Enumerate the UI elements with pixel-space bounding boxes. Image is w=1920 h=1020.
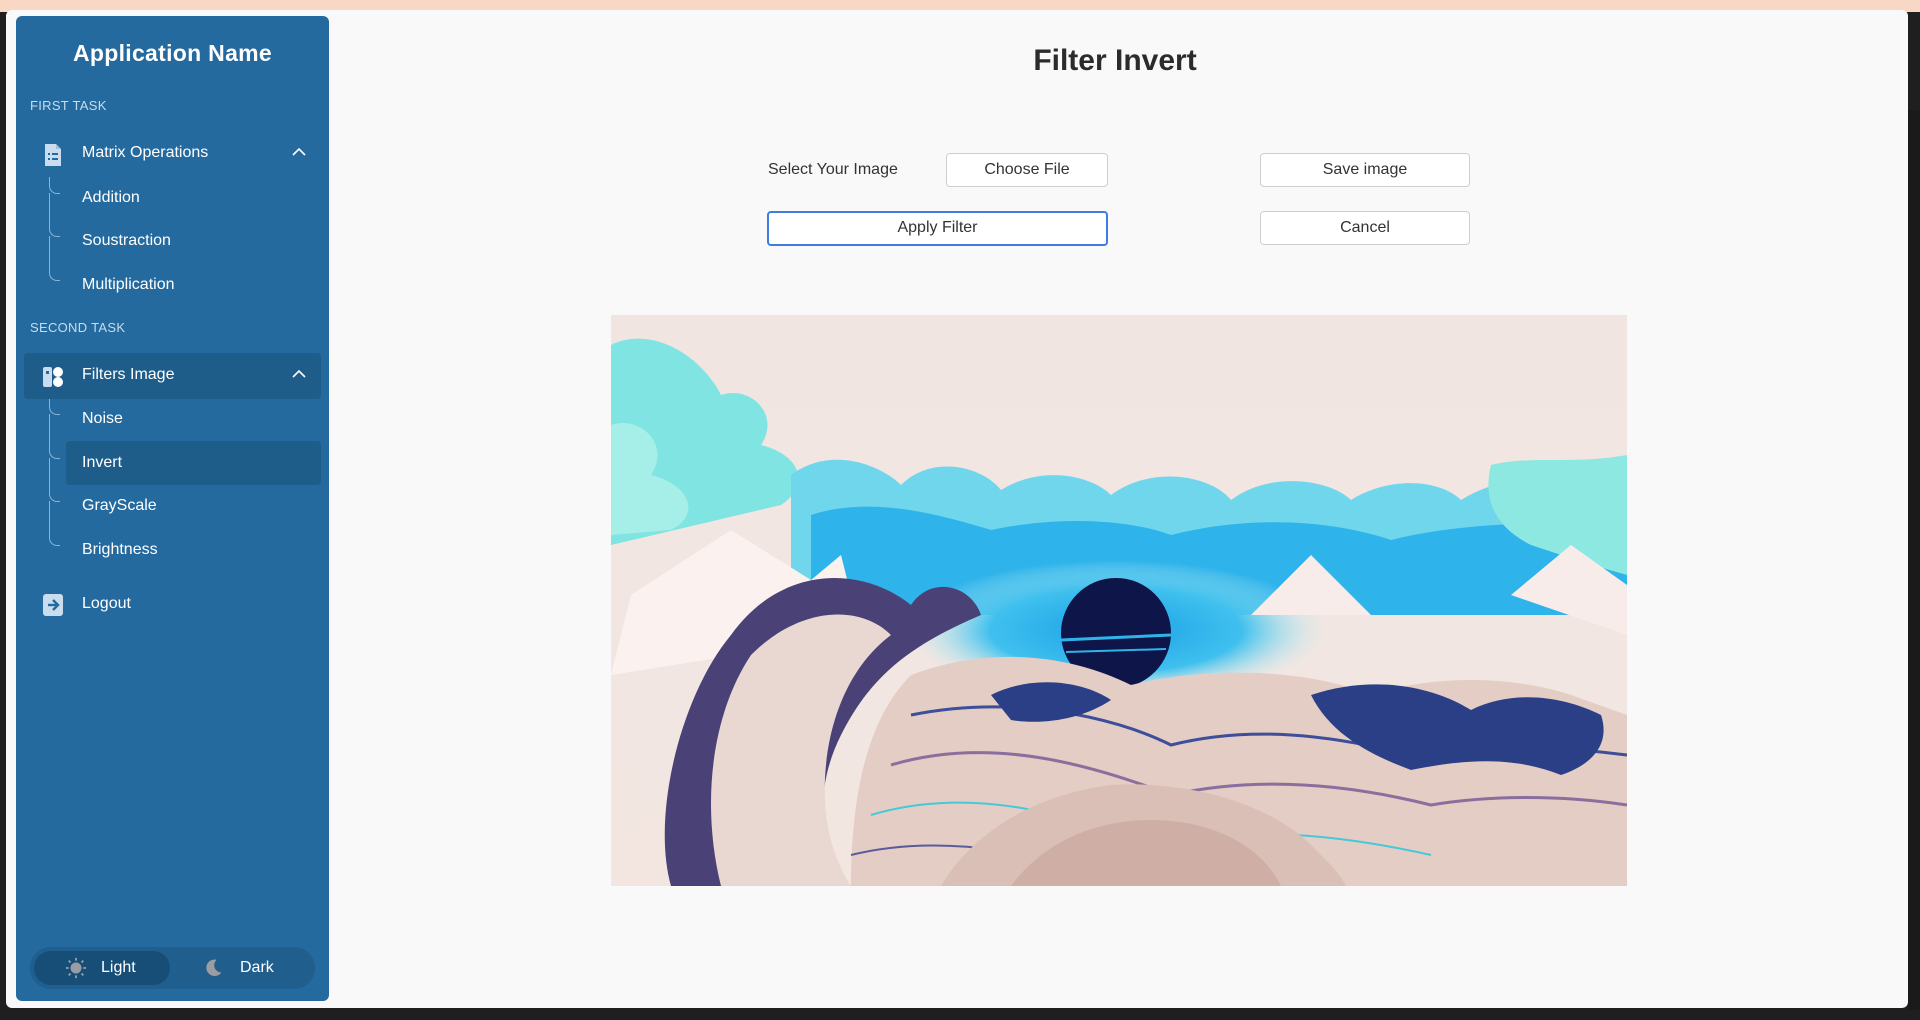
tree-connector bbox=[49, 193, 60, 237]
sidebar: Application Name FIRST TASK Matrix Opera… bbox=[16, 16, 329, 1001]
sidebar-item-grayscale[interactable]: GrayScale bbox=[66, 484, 321, 528]
chevron-up-icon[interactable] bbox=[291, 368, 307, 380]
tree-connector bbox=[49, 458, 60, 502]
sidebar-item-multiplication[interactable]: Multiplication bbox=[66, 263, 321, 307]
tree-connector bbox=[49, 399, 60, 415]
app-window: Application Name FIRST TASK Matrix Opera… bbox=[6, 10, 1908, 1008]
theme-switch: Light Dark bbox=[30, 947, 315, 989]
sun-icon bbox=[65, 957, 87, 979]
sidebar-item-label: Brightness bbox=[82, 541, 158, 558]
cancel-button[interactable]: Cancel bbox=[1260, 211, 1470, 245]
theme-light-button[interactable]: Light bbox=[34, 951, 170, 985]
select-image-label: Select Your Image bbox=[768, 161, 898, 178]
filter-toggle-icon bbox=[43, 367, 63, 387]
apply-filter-button[interactable]: Apply Filter bbox=[767, 211, 1108, 246]
nav-group-label: Matrix Operations bbox=[82, 144, 209, 161]
nav-group-matrix-operations[interactable]: Matrix Operations bbox=[24, 131, 321, 177]
sidebar-item-label: Invert bbox=[82, 454, 123, 471]
document-list-icon bbox=[45, 144, 61, 166]
sidebar-item-label: Addition bbox=[82, 189, 140, 206]
sidebar-item-brightness[interactable]: Brightness bbox=[66, 528, 321, 572]
sidebar-item-noise[interactable]: Noise bbox=[66, 397, 321, 441]
inverted-wave-image bbox=[611, 315, 1627, 886]
choose-file-button[interactable]: Choose File bbox=[946, 153, 1108, 187]
nav-group-filters-image[interactable]: Filters Image bbox=[24, 353, 321, 399]
sidebar-item-label: Multiplication bbox=[82, 276, 175, 293]
page-title: Filter Invert bbox=[1033, 44, 1197, 77]
theme-dark-button[interactable]: Dark bbox=[176, 951, 311, 985]
tree-connector bbox=[49, 414, 60, 459]
sidebar-item-addition[interactable]: Addition bbox=[66, 176, 321, 220]
theme-light-label: Light bbox=[101, 959, 136, 976]
nav-group-label: Filters Image bbox=[82, 366, 175, 383]
sidebar-item-soustraction[interactable]: Soustraction bbox=[66, 219, 321, 263]
sidebar-item-invert[interactable]: Invert bbox=[66, 441, 321, 485]
app-name: Application Name bbox=[72, 40, 273, 66]
filtered-image-preview bbox=[611, 315, 1627, 886]
tree-connector bbox=[49, 236, 60, 281]
section-label-second-task: SECOND TASK bbox=[30, 320, 126, 335]
logout-button[interactable]: Logout bbox=[24, 583, 321, 627]
section-label-first-task: FIRST TASK bbox=[30, 98, 107, 113]
sidebar-item-label: GrayScale bbox=[82, 497, 157, 514]
sidebar-item-label: Noise bbox=[82, 410, 123, 427]
tree-connector bbox=[49, 501, 60, 546]
desktop-side-strip bbox=[1908, 110, 1920, 1010]
logout-icon bbox=[43, 594, 63, 616]
moon-icon bbox=[206, 959, 222, 976]
logout-label: Logout bbox=[82, 595, 131, 612]
chevron-up-icon[interactable] bbox=[291, 146, 307, 158]
theme-dark-label: Dark bbox=[240, 959, 274, 976]
tree-connector bbox=[49, 177, 60, 194]
save-image-button[interactable]: Save image bbox=[1260, 153, 1470, 187]
sidebar-item-label: Soustraction bbox=[82, 232, 171, 249]
